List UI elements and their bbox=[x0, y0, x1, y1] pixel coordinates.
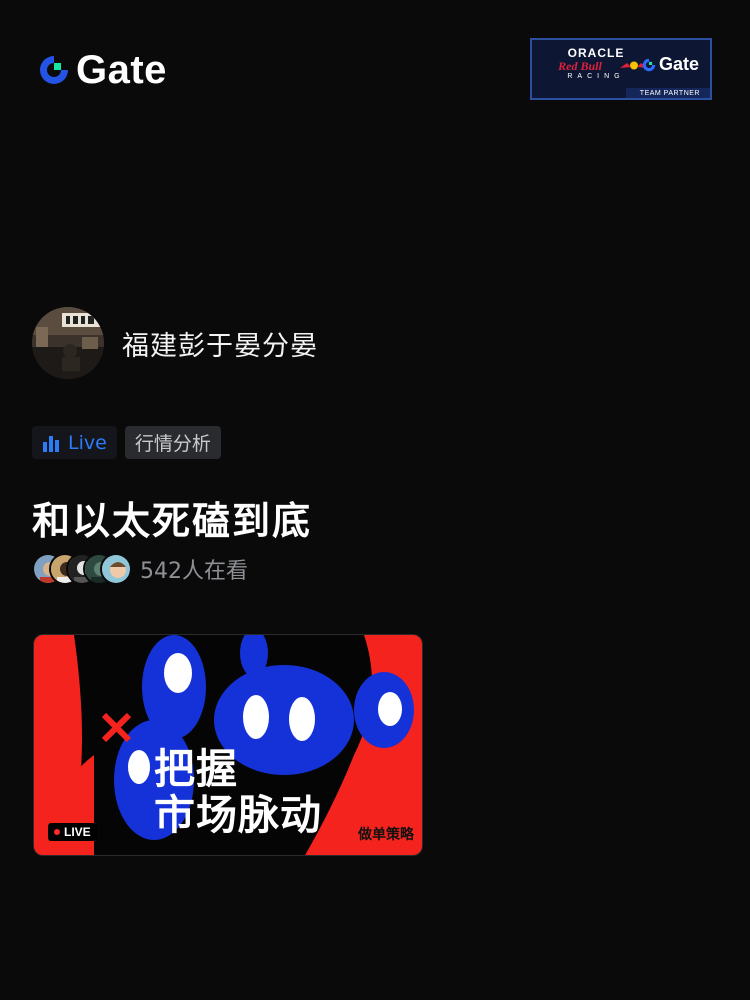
badge-gate-logo: Gate bbox=[632, 54, 708, 75]
topic-tag-label: 行情分析 bbox=[134, 433, 211, 455]
viewers-count: 542人在看 bbox=[140, 559, 248, 584]
host-avatar[interactable] bbox=[32, 307, 104, 379]
viewer-avatar bbox=[100, 553, 132, 585]
live-bars-icon bbox=[43, 435, 59, 452]
cover-headline-line1: 把握 bbox=[154, 745, 238, 793]
host-avatar-image bbox=[32, 307, 104, 379]
host-info[interactable]: 福建彭于晏分晏 bbox=[32, 307, 318, 379]
room-tags: Live 行情分析 bbox=[32, 426, 221, 459]
gate-logo-icon bbox=[40, 56, 68, 84]
cover-headline: 把握 市场脉动 bbox=[154, 745, 322, 839]
live-tag: Live bbox=[32, 426, 117, 459]
live-room-page: Gate ORACLE Red Bull RACING Gate TEAM PA… bbox=[0, 0, 750, 1000]
gate-logo-icon bbox=[642, 58, 656, 71]
redbull-wordmark: Red Bull bbox=[558, 59, 602, 73]
team-partner-badge: ORACLE Red Bull RACING Gate TEAM PARTNER bbox=[530, 38, 712, 100]
live-tag-label: Live bbox=[68, 431, 107, 454]
team-partner-label: TEAM PARTNER bbox=[625, 88, 710, 98]
viewers-row[interactable]: 542人在看 bbox=[32, 553, 248, 585]
brand-name: Gate bbox=[76, 48, 167, 92]
room-title: 和以太死磕到底 bbox=[32, 499, 313, 543]
viewer-avatar-stack bbox=[32, 553, 132, 585]
badge-gate-text: Gate bbox=[658, 54, 700, 74]
brand-logo[interactable]: Gate bbox=[36, 50, 167, 90]
live-dot-icon bbox=[54, 829, 60, 835]
cover-live-badge: LIVE bbox=[48, 823, 97, 841]
topic-tag[interactable]: 行情分析 bbox=[124, 426, 221, 459]
cover-subtitle: 做单策略 bbox=[358, 827, 414, 843]
cover-live-label: LIVE bbox=[64, 825, 91, 839]
live-cover-card[interactable]: 把握 市场脉动 做单策略 LIVE bbox=[33, 634, 423, 856]
host-name[interactable]: 福建彭于晏分晏 bbox=[122, 324, 318, 363]
cover-headline-line2: 市场脉动 bbox=[154, 790, 322, 839]
